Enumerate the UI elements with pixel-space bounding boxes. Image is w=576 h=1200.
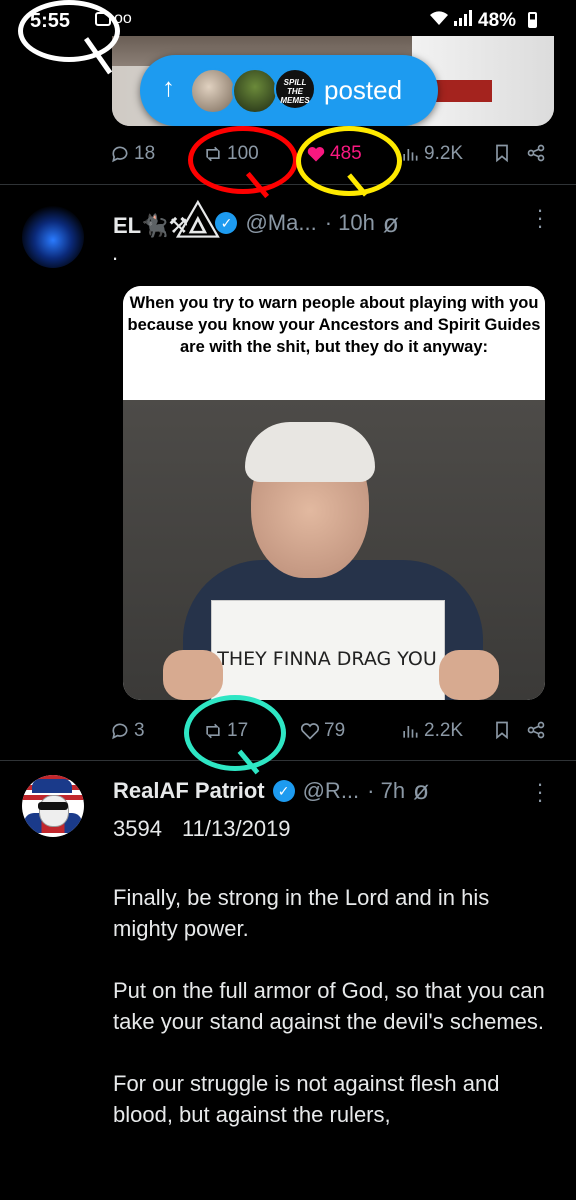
display-name[interactable]: RealAF Patriot [113,778,265,804]
meme-caption: When you try to warn people about playin… [123,286,545,400]
share-button[interactable] [526,143,546,163]
tweet-text: . [112,240,119,265]
timestamp[interactable]: · 7h [367,778,405,804]
annotation-circle [184,695,286,771]
reply-button[interactable]: 3 [110,720,145,742]
avatar [190,68,236,114]
handle[interactable]: @R... [303,778,360,804]
posted-label: posted [324,75,403,105]
verified-icon: ✓ [272,779,295,802]
tweet-header: EL🐈‍⬛⚒🜂⃤ ✓ @Ma... · 10h ø [113,200,399,246]
grok-icon[interactable]: ø [413,775,429,806]
avatar[interactable] [22,206,84,268]
tweet-header: RealAF Patriot ✓ @R... · 7h ø [113,775,429,806]
reply-count: 18 [134,143,156,164]
tweet-paragraph: Put on the full armor of God, so that yo… [113,978,545,1034]
like-count: 79 [324,720,346,741]
tweet-subline: 3594 11/13/2019 [113,816,291,841]
reply-icon [112,146,128,163]
avatar[interactable] [22,775,84,837]
share-icon [527,144,545,162]
meme-photo: THEY FINNA DRAG YOU [123,400,545,700]
battery-icon [528,12,537,28]
views-icon [403,726,418,738]
annotation-circle [296,126,402,196]
views-count: 9.2K [424,143,464,164]
views-icon [403,149,418,161]
share-button[interactable] [526,720,546,740]
grok-icon[interactable]: ø [383,208,399,239]
bookmark-icon [496,144,508,163]
reply-count: 3 [134,720,145,741]
display-name[interactable]: EL🐈‍⬛⚒🜂⃤ [113,200,207,246]
views-count: 2.2K [424,720,464,741]
like-icon [300,723,320,740]
annotation-circle [188,126,298,194]
bookmark-button[interactable] [492,143,512,163]
reply-button[interactable]: 18 [110,143,155,165]
more-icon[interactable]: · · · [535,773,545,811]
signal-icon [452,9,474,30]
divider [0,760,576,761]
views-button[interactable]: 2.2K [400,720,463,742]
avatar [232,68,278,114]
battery-percent: 48% [478,10,517,31]
bookmark-button[interactable] [492,720,512,740]
reply-icon [112,723,128,740]
handle[interactable]: @Ma... [245,210,316,236]
divider [0,184,576,185]
tweet-paragraph: For our struggle is not against flesh an… [113,1071,500,1127]
share-icon [527,721,545,739]
avatar: SPILL THE MEMES [274,68,316,110]
tweet-text: Finally, be strong in the Lord and in hi… [113,882,553,1161]
tweet2-media[interactable]: When you try to warn people about playin… [123,286,545,700]
arrow-up-icon: ↑ [162,72,175,102]
timestamp[interactable]: · 10h [325,210,375,236]
like-button[interactable]: 79 [300,720,345,742]
tweet-paragraph: Finally, be strong in the Lord and in hi… [113,885,490,941]
more-icon[interactable]: · · · [535,199,545,237]
wifi-icon [428,9,450,32]
views-button[interactable]: 9.2K [400,143,463,165]
bookmark-icon [496,721,508,740]
sign-text: THEY FINNA DRAG YOU [217,648,437,670]
verified-icon: ✓ [215,212,238,234]
